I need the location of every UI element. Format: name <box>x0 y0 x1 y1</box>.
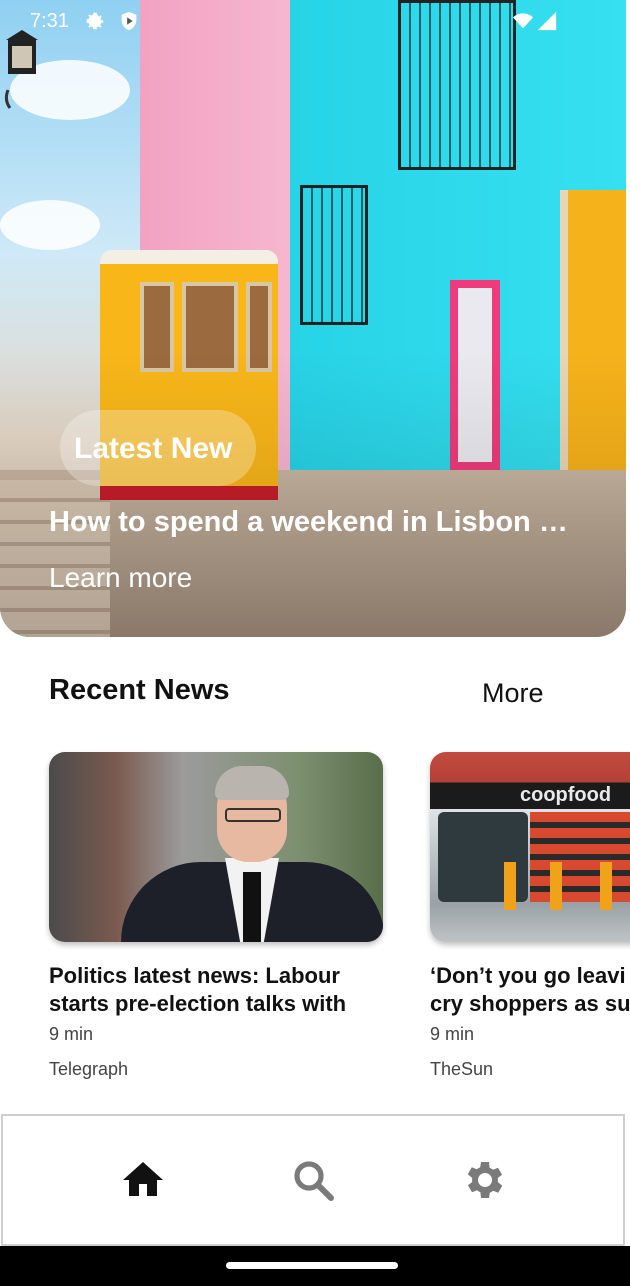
news-card[interactable]: Politics latest news: Labour starts pre-… <box>49 752 383 1080</box>
gear-icon <box>86 12 104 30</box>
home-gesture-pill[interactable] <box>226 1262 398 1269</box>
more-button[interactable]: More <box>482 678 544 709</box>
status-time: 7:31 <box>30 10 69 32</box>
hero-headline[interactable]: How to spend a weekend in Lisbon – … <box>49 506 574 539</box>
hero-overlay <box>0 0 626 637</box>
store-sign: coopfood <box>520 784 612 806</box>
tie <box>243 872 261 942</box>
shield-play-icon <box>121 11 137 31</box>
news-card-title: ‘Don’t you go leavi cry shoppers as su <box>430 962 630 1018</box>
glasses <box>225 808 281 822</box>
news-card-source: Telegraph <box>49 1059 129 1079</box>
bollard <box>504 862 516 910</box>
store-shelves <box>530 812 630 902</box>
gesture-navigation-bar <box>0 1246 630 1286</box>
app-screen: Latest New How to spend a weekend in Lis… <box>0 0 630 1286</box>
settings-gear-icon[interactable] <box>461 1156 509 1204</box>
signal-icon <box>537 11 557 31</box>
news-card-image <box>49 752 383 942</box>
news-card-title: Politics latest news: Labour starts pre-… <box>49 963 347 1016</box>
bottom-navigation <box>1 1114 625 1246</box>
latest-news-badge: Latest New <box>74 432 233 465</box>
featured-article-hero[interactable]: Latest New How to spend a weekend in Lis… <box>0 0 626 637</box>
news-card[interactable]: coopfood ‘Don’t you go leavi cry shopper… <box>430 752 630 1080</box>
news-card-source: TheSun <box>430 1059 494 1079</box>
wifi-icon <box>512 13 534 29</box>
recent-news-heading: Recent News <box>49 674 230 706</box>
bollard <box>550 862 562 910</box>
news-card-read-time: 9 min <box>430 1024 475 1044</box>
hair <box>215 766 289 800</box>
news-card-image: coopfood <box>430 752 630 942</box>
news-card-title-line: ‘Don’t you go leavi <box>430 963 626 988</box>
news-card-title-line: cry shoppers as su <box>430 991 630 1016</box>
news-card-read-time: 9 min <box>49 1024 94 1044</box>
search-icon[interactable] <box>289 1156 337 1204</box>
learn-more-link[interactable]: Learn more <box>49 562 192 594</box>
bollard <box>600 862 612 910</box>
status-bar: 7:31 <box>0 0 630 44</box>
home-icon[interactable] <box>119 1156 167 1204</box>
